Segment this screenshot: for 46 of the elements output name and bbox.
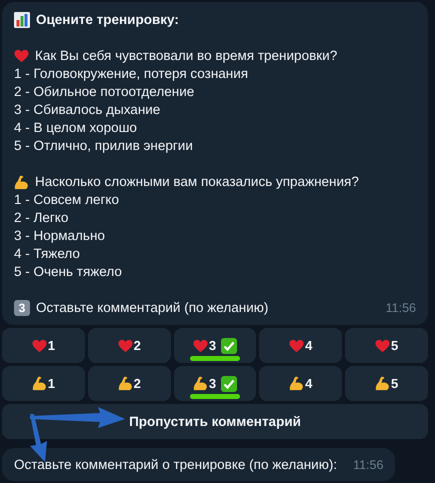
rating-button[interactable]: 2 bbox=[88, 328, 171, 363]
option-text: 5 - Очень тяжело bbox=[14, 263, 122, 281]
flexed-arm-icon bbox=[289, 376, 304, 391]
option-text: 1 - Головокружение, потеря сознания bbox=[14, 65, 248, 83]
option-text: 5 - Отлично, прилив энергии bbox=[14, 137, 193, 155]
heart-icon bbox=[289, 338, 304, 352]
flexed-arm-icon bbox=[374, 376, 390, 391]
message-title: Оцените тренировку: bbox=[36, 11, 179, 29]
option-text: 4 - Тяжело bbox=[14, 245, 80, 263]
heart-icon bbox=[374, 338, 390, 352]
flexed-arm-icon bbox=[192, 376, 208, 391]
rating-button[interactable]: 3 bbox=[174, 366, 256, 401]
flexed-arm-icon bbox=[118, 376, 133, 391]
heart-icon bbox=[192, 338, 208, 352]
number-badge: 3 bbox=[14, 300, 30, 316]
rating-button[interactable]: 3 bbox=[174, 328, 256, 363]
rating-button[interactable]: 2 bbox=[88, 366, 171, 401]
underline-mark bbox=[190, 394, 240, 399]
rating-button[interactable]: 4 bbox=[259, 366, 342, 401]
check-icon bbox=[221, 338, 238, 354]
heart-icon bbox=[118, 338, 133, 352]
heart-icon bbox=[14, 49, 29, 63]
heart-icon bbox=[32, 338, 47, 352]
bar-chart-icon bbox=[14, 12, 30, 28]
rating-button[interactable]: 5 bbox=[345, 328, 428, 363]
skip-comment-button[interactable]: Пропустить комментарий bbox=[2, 404, 428, 439]
message-time: 11:56 bbox=[386, 300, 416, 317]
message-text: Оставьте комментарий о тренировке (по желанию): bbox=[14, 456, 338, 474]
check-icon bbox=[221, 376, 238, 392]
message-text: Оставьте комментарий (по желанию) bbox=[36, 299, 268, 317]
underline-mark bbox=[190, 356, 240, 361]
question-text: Как Вы себя чувствовали во время тренировки? bbox=[35, 47, 338, 65]
option-text: 2 - Легко bbox=[14, 209, 68, 227]
rating-button[interactable]: 5 bbox=[345, 366, 428, 401]
flexed-arm-icon bbox=[14, 174, 29, 190]
option-text: 3 - Сбивалось дыхание bbox=[14, 101, 160, 119]
rating-button[interactable]: 1 bbox=[2, 366, 85, 401]
option-text: 4 - В целом хорошо bbox=[14, 119, 137, 137]
rating-button[interactable]: 4 bbox=[259, 328, 342, 363]
option-text: 2 - Обильное потоотделение bbox=[14, 83, 194, 101]
message-time: 11:56 bbox=[353, 457, 384, 474]
flexed-arm-icon bbox=[32, 376, 47, 391]
rating-button[interactable]: 1 bbox=[2, 328, 85, 363]
option-text: 3 - Нормально bbox=[14, 227, 105, 245]
question-text: Насколько сложными вам показались упражнения? bbox=[35, 173, 359, 191]
option-text: 1 - Совсем легко bbox=[14, 191, 119, 209]
